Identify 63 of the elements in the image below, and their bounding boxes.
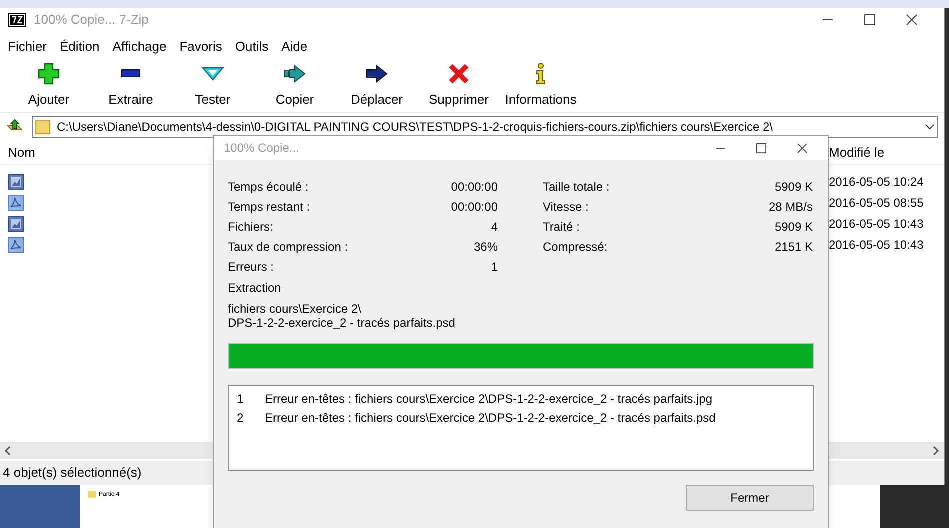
stat-label: Temps restant : (228, 199, 310, 216)
stat-label: Fichiers: (228, 219, 274, 236)
error-message: Erreur en-têtes : fichiers cours\Exercice 2\DPS-1-2-2-exercice_2 - tracés parfaits.jpg (265, 390, 712, 408)
toolbar-button[interactable]: Informations (500, 62, 582, 109)
table-cell-text: 2016-05-05 10:24 (829, 174, 924, 190)
current-file: DPS-1-2-2-exercice_2 - tracés parfaits.psd (228, 316, 456, 330)
error-message: Erreur en-têtes : fichiers cours\Exercice 2\DPS-1-2-2-exercice_2 - tracés parfaits.psd (265, 410, 716, 426)
toolbar-button[interactable]: Copier (254, 62, 336, 109)
folder-icon (35, 119, 51, 135)
stat-label: Taux de compression : (228, 239, 348, 256)
close-button[interactable]: Fermer (686, 485, 814, 511)
stat-value: 5909 K (774, 219, 813, 236)
toolbar-button[interactable]: Supprimer (418, 62, 500, 109)
menu-item[interactable]: Aide (282, 37, 308, 57)
toolbar-button[interactable]: Ajouter (8, 62, 90, 109)
current-path: fichiers cours\Exercice 2\ (228, 302, 362, 316)
toolbar-button[interactable]: Tester (172, 62, 254, 109)
pdf-file-icon (8, 236, 24, 252)
stat-label: Temps écoulé : (228, 179, 309, 196)
stat-label: Erreurs : (228, 259, 274, 276)
status-text: 4 objet(s) sélectionné(s) (3, 464, 142, 482)
stat-label: Taille totale : (543, 179, 610, 196)
stat-value: 2151 K (774, 239, 813, 256)
stat-label: Compressé: (543, 239, 608, 256)
stat-value: 36% (474, 239, 498, 256)
chevron-right-icon[interactable] (932, 446, 940, 456)
operation-label: Extraction (228, 280, 282, 297)
stat-value: 00:00:00 (451, 179, 498, 196)
image-file-icon (8, 174, 24, 190)
pdf-file-icon (8, 194, 24, 210)
maximize-icon[interactable] (864, 14, 876, 26)
menu-item[interactable]: Affichage (112, 37, 167, 57)
image-file-icon (8, 216, 24, 232)
stat-value: 1 (491, 259, 498, 276)
table-cell-text: 2016-05-05 08:55 (829, 194, 924, 212)
stat-value: 28 MB/s (768, 199, 813, 216)
table-cell-text: 2016-05-05 10:43 (829, 216, 924, 232)
menu-item[interactable]: Édition (60, 37, 100, 57)
chevron-down-icon[interactable] (925, 122, 935, 132)
stat-value: 5909 K (774, 179, 813, 196)
cross-icon (447, 62, 471, 86)
table-cell-text: 2016-05-05 10:43 (829, 236, 924, 254)
folder-icon (88, 491, 96, 498)
menu-item[interactable]: Fichier (8, 37, 48, 57)
close-icon[interactable] (797, 142, 808, 154)
menu-item[interactable]: Favoris (180, 37, 222, 57)
error-number: 2 (236, 410, 245, 426)
dialog-title: 100% Copie... (224, 140, 300, 157)
column-header[interactable]: Modifié le (829, 142, 885, 162)
stat-value: 00:00:00 (451, 199, 498, 216)
error-number: 1 (236, 390, 245, 408)
maximize-icon[interactable] (756, 142, 767, 154)
chevron-left-icon[interactable] (4, 446, 12, 456)
close-icon[interactable] (906, 14, 918, 26)
stat-label: Vitesse : (543, 199, 589, 216)
toolbar-button[interactable]: Déplacer (336, 62, 418, 109)
app-logo-icon (8, 13, 26, 27)
stat-value: 4 (491, 219, 498, 236)
plus-icon (37, 62, 61, 86)
stat-label: Traité : (543, 219, 580, 236)
toolbar-button[interactable]: Extraire (90, 62, 172, 109)
menu-item[interactable]: Outils (235, 37, 269, 57)
window-title: 100% Copie... 7-Zip (34, 11, 150, 30)
